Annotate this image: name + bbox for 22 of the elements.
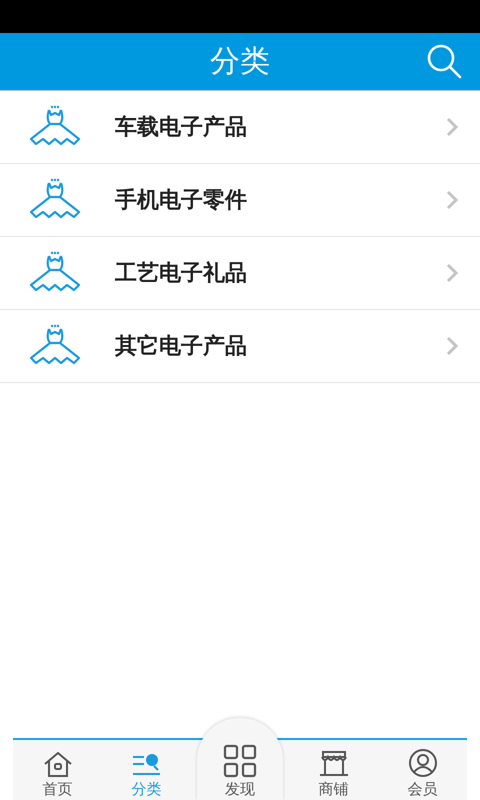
tab-item[interactable]: 发现: [197, 718, 283, 800]
category-label: 工艺电子礼品: [115, 260, 248, 288]
category-label: 车载电子产品: [115, 114, 248, 142]
search-icon[interactable]: [426, 43, 462, 79]
tab-item[interactable]: 首页: [13, 740, 102, 800]
category-item[interactable]: 手机电子零件: [0, 164, 480, 237]
chevron-icon: [446, 263, 458, 283]
category-item[interactable]: 其它电子产品: [0, 310, 480, 383]
page-title: 分类: [210, 43, 270, 81]
chevron-icon: [446, 190, 458, 210]
storefront-icon: [318, 750, 348, 778]
category-label: 手机电子零件: [115, 187, 248, 215]
category-item[interactable]: 车载电子产品: [0, 91, 480, 164]
tab-item[interactable]: 会员: [378, 740, 467, 800]
category-item[interactable]: 工艺电子礼品: [0, 237, 480, 310]
tab-item[interactable]: 商铺: [289, 740, 378, 800]
chevron-icon: [446, 336, 458, 356]
chevron-icon: [446, 117, 458, 137]
house-icon: [42, 750, 72, 778]
category-label: 其它电子产品: [115, 332, 248, 361]
grid-icon: [223, 744, 257, 778]
user-icon: [408, 748, 438, 778]
